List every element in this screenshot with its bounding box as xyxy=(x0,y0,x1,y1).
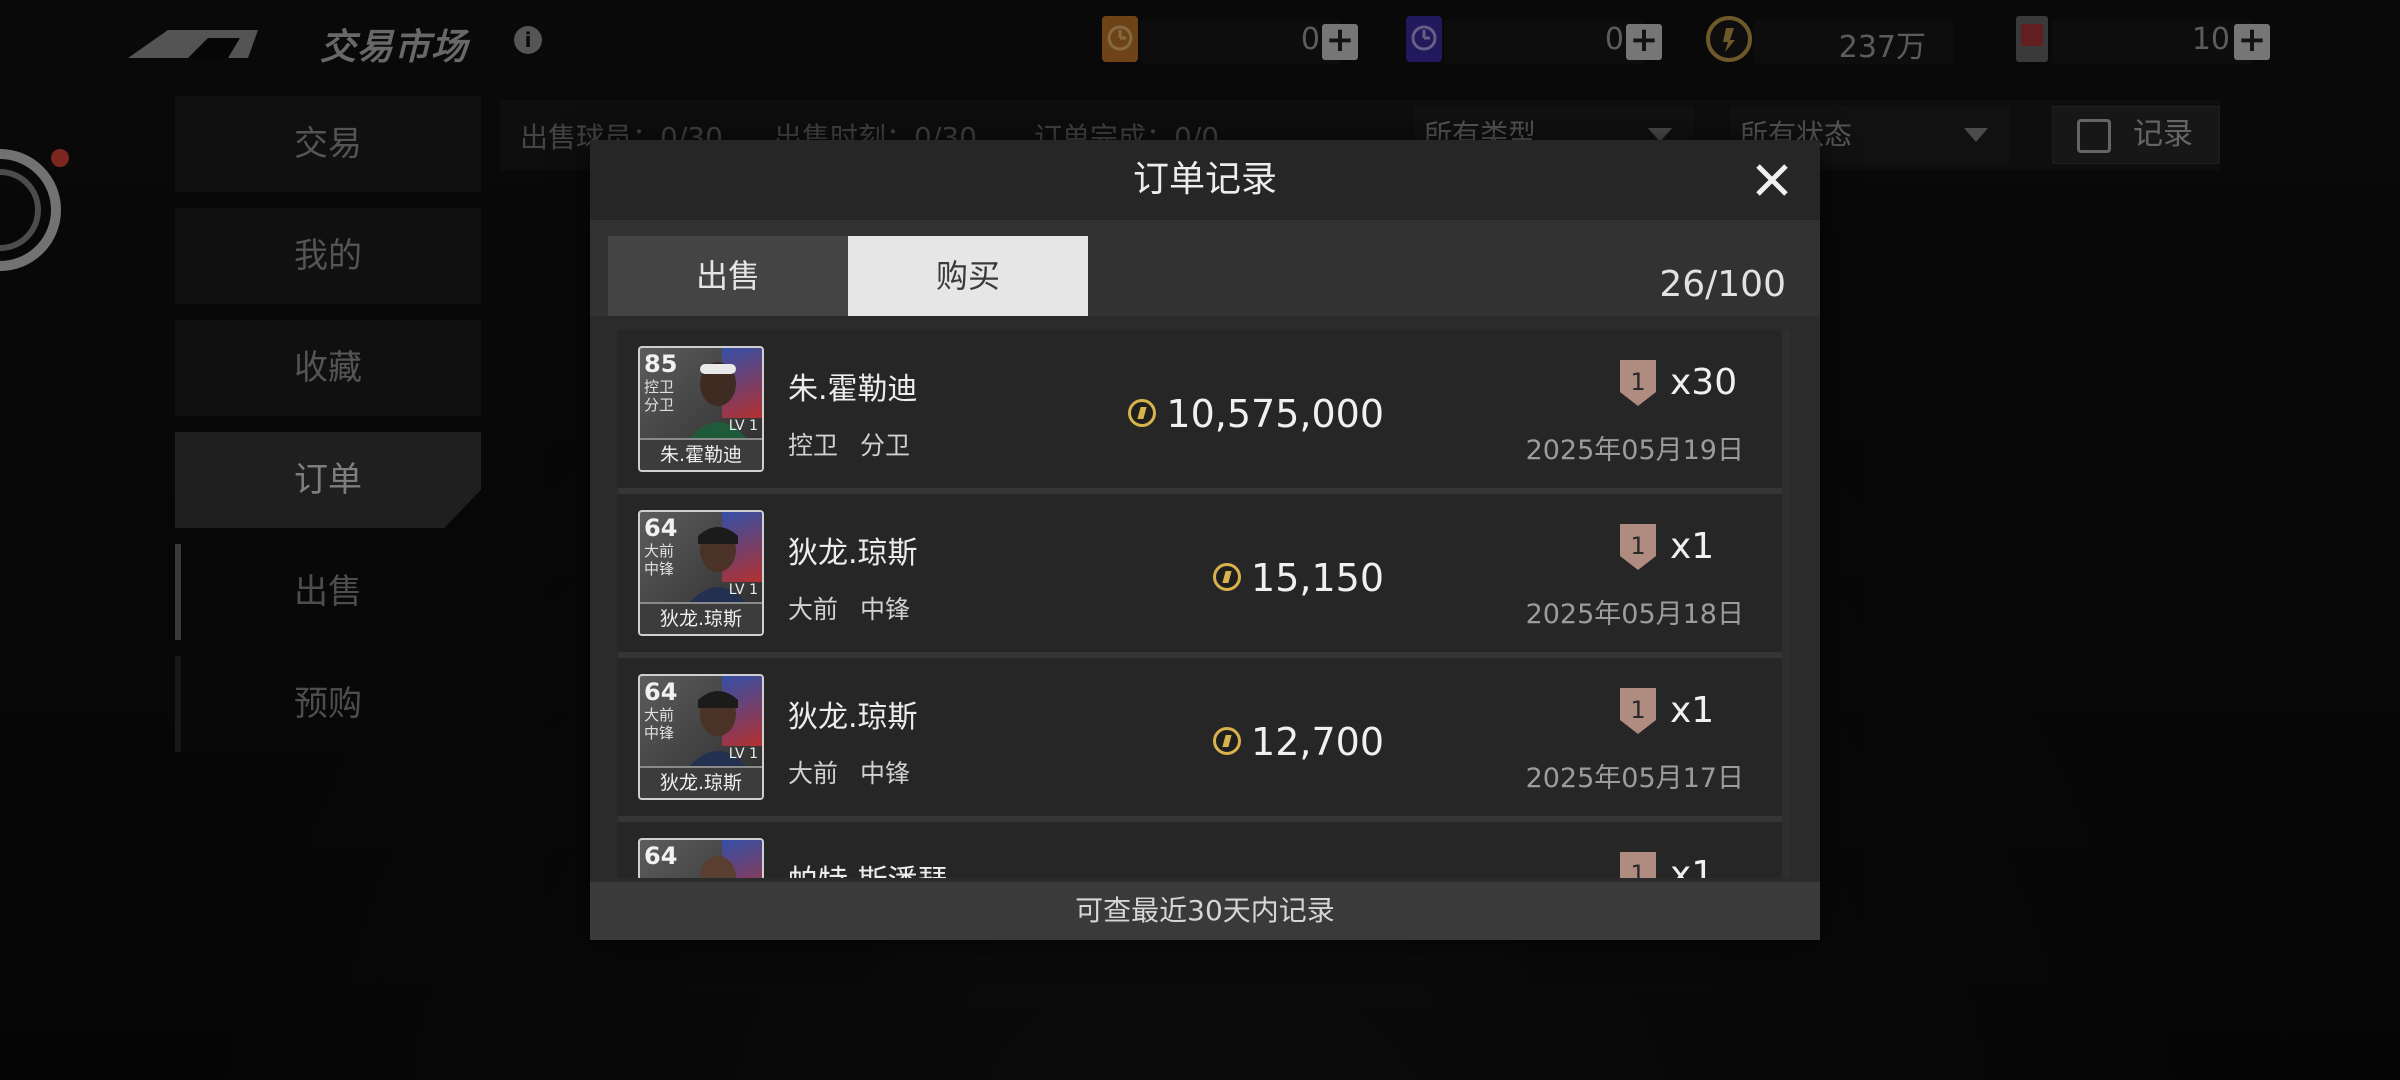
badge-level: 1 xyxy=(1630,860,1645,878)
player-name: 狄龙.琼斯 xyxy=(788,536,918,571)
player-card: 85 控卫 分卫 LV 1 朱.霍勒迪 xyxy=(638,346,764,472)
player-name: 朱.霍勒迪 xyxy=(788,372,918,407)
quantity-value: x30 xyxy=(1670,362,1738,403)
card-positions: 大前 中锋 xyxy=(644,542,680,578)
player-name: 帕特.斯潘瑟 xyxy=(788,856,948,878)
order-list[interactable]: 85 控卫 分卫 LV 1 朱.霍勒迪 朱.霍勒迪 控卫 分卫 10,575,0… xyxy=(618,330,1790,878)
price-value: 12,700 xyxy=(1251,720,1384,764)
modal-title: 订单记录 xyxy=(1132,159,1277,200)
card-level: LV 1 xyxy=(728,418,758,434)
order-price: 10,575,000 xyxy=(1128,392,1384,436)
card-rating: 85 xyxy=(644,350,678,378)
card-name: 狄龙.琼斯 xyxy=(640,766,762,798)
card-pos-2: 分卫 xyxy=(644,396,675,414)
scrollbar[interactable] xyxy=(1782,330,1790,878)
card-name: 朱.霍勒迪 xyxy=(640,438,762,470)
card-rating: 64 xyxy=(644,842,678,870)
player-positions: 控卫 分卫 xyxy=(788,431,910,460)
price-value: 15,150 xyxy=(1251,556,1384,600)
coin-icon xyxy=(1128,398,1157,427)
card-pos-1: 大前 xyxy=(644,706,675,724)
card-positions: 控卫 分卫 xyxy=(644,378,680,414)
quantity-value: x1 xyxy=(1670,854,1715,878)
player-card: 64 大前 中锋 LV 1 狄龙.琼斯 xyxy=(638,510,764,636)
shield-badge-icon: 1 xyxy=(1620,524,1656,570)
order-price: 12,700 xyxy=(1213,720,1384,764)
record-count: 26/100 xyxy=(1659,264,1786,305)
shield-badge-icon: 1 xyxy=(1620,688,1656,734)
tab-buy[interactable]: 购买 xyxy=(848,236,1088,316)
badge-level: 1 xyxy=(1630,696,1645,724)
order-date: 2025年05月18日 xyxy=(1525,599,1744,630)
shield-badge-icon: 1 xyxy=(1620,852,1656,878)
card-level: LV 1 xyxy=(728,746,758,762)
card-positions: 大前 中锋 xyxy=(644,706,680,742)
tab-sell[interactable]: 出售 xyxy=(608,236,848,316)
card-rating: 64 xyxy=(644,678,678,706)
card-rating: 64 xyxy=(644,514,678,542)
card-pos-2: 中锋 xyxy=(644,724,675,742)
player-positions: 大前 中锋 xyxy=(788,595,910,624)
coin-icon xyxy=(1213,726,1242,755)
shield-badge-icon: 1 xyxy=(1620,360,1656,406)
player-positions: 大前 中锋 xyxy=(788,759,910,788)
order-date: 2025年05月17日 xyxy=(1525,763,1744,794)
player-portrait-icon xyxy=(700,856,736,878)
card-level: LV 1 xyxy=(728,582,758,598)
order-row[interactable]: 64 大前 中锋 LV 1 狄龙.琼斯 狄龙.琼斯 大前 中锋 15,150 1… xyxy=(618,494,1790,652)
order-date: 2025年05月19日 xyxy=(1525,435,1744,466)
player-card: 64 xyxy=(638,838,764,878)
quantity-value: x1 xyxy=(1670,526,1715,567)
coin-icon xyxy=(1213,562,1242,591)
badge-level: 1 xyxy=(1630,532,1645,560)
modal-footer-note: 可查最近30天内记录 xyxy=(590,882,1820,940)
badge-level: 1 xyxy=(1630,368,1645,396)
player-card: 64 大前 中锋 LV 1 狄龙.琼斯 xyxy=(638,674,764,800)
price-value: 10,575,000 xyxy=(1166,392,1384,436)
order-row[interactable]: 85 控卫 分卫 LV 1 朱.霍勒迪 朱.霍勒迪 控卫 分卫 10,575,0… xyxy=(618,330,1790,488)
order-record-modal: 订单记录 出售 购买 26/100 85 控卫 分卫 LV 1 朱.霍勒迪 朱.… xyxy=(590,140,1820,940)
quantity-value: x1 xyxy=(1670,690,1715,731)
order-row[interactable]: 64 大前 中锋 LV 1 狄龙.琼斯 狄龙.琼斯 大前 中锋 12,700 1… xyxy=(618,658,1790,816)
close-icon[interactable] xyxy=(1750,158,1794,202)
order-row[interactable]: 64 帕特.斯潘瑟 1 x1 xyxy=(618,822,1790,878)
card-name: 狄龙.琼斯 xyxy=(640,602,762,634)
order-price: 15,150 xyxy=(1213,556,1384,600)
card-pos-1: 大前 xyxy=(644,542,675,560)
card-pos-2: 中锋 xyxy=(644,560,675,578)
player-name: 狄龙.琼斯 xyxy=(788,700,918,735)
card-pos-1: 控卫 xyxy=(644,378,675,396)
